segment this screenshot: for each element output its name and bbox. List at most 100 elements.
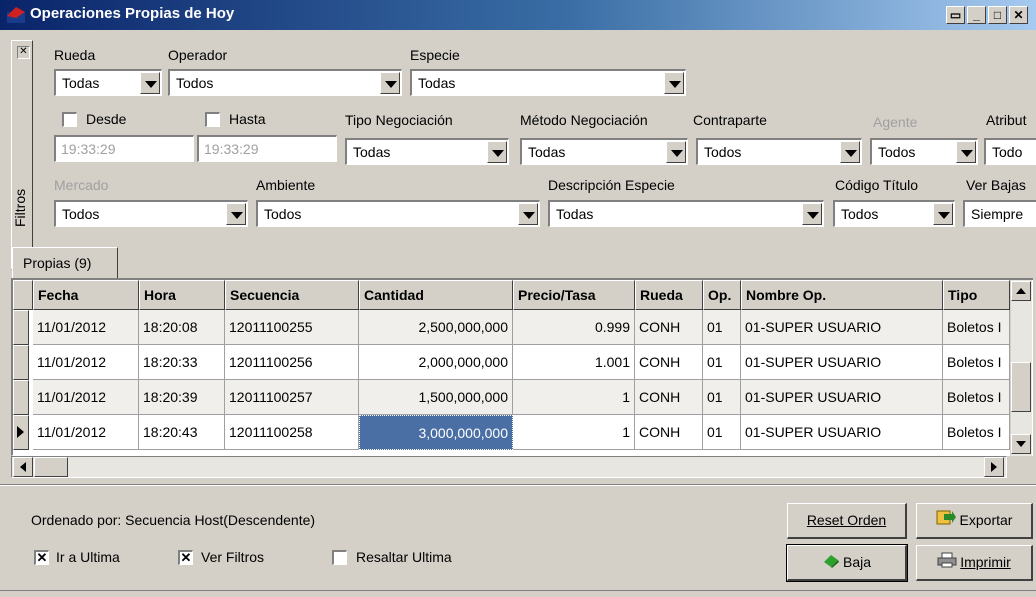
contraparte-select[interactable]: Todos	[696, 138, 862, 165]
exportar-button[interactable]: Exportar	[916, 503, 1033, 539]
chevron-down-icon[interactable]	[518, 203, 538, 225]
cell-nombre-op[interactable]: 01-SUPER USUARIO	[741, 415, 943, 450]
hasta-time-input[interactable]: 19:33:29	[197, 135, 337, 162]
atributo-select[interactable]: Todo	[984, 138, 1036, 165]
cell-precio-tasa[interactable]: 0.999	[513, 310, 635, 345]
chevron-down-icon[interactable]	[380, 72, 400, 94]
vertical-scrollbar[interactable]	[1010, 280, 1032, 456]
especie-select[interactable]: Todas	[410, 69, 686, 96]
column-header-rueda[interactable]: Rueda	[635, 280, 703, 310]
filter-close-icon[interactable]: ✕	[17, 46, 30, 59]
descripcion-especie-select[interactable]: Todas	[548, 200, 824, 227]
cell-secuencia[interactable]: 12011100255	[225, 310, 359, 345]
ir-a-ultima-checkbox[interactable]: ✕	[34, 550, 49, 565]
agente-select[interactable]: Todos	[870, 138, 978, 165]
maximize-icon[interactable]: □	[988, 6, 1007, 24]
cell-op[interactable]: 01	[703, 345, 741, 380]
metodo-negociacion-select[interactable]: Todas	[520, 138, 688, 165]
cell-secuencia[interactable]: 12011100258	[225, 415, 359, 450]
row-indicator[interactable]	[13, 380, 29, 415]
column-header-secuencia[interactable]: Secuencia	[225, 280, 359, 310]
chevron-down-icon[interactable]	[933, 203, 953, 225]
row-pointer-icon[interactable]	[13, 415, 29, 450]
cell-op[interactable]: 01	[703, 415, 741, 450]
cell-op[interactable]: 01	[703, 380, 741, 415]
cell-cantidad[interactable]: 3,000,000,000	[359, 415, 513, 450]
cell-rueda[interactable]: CONH	[635, 380, 703, 415]
cell-tipo[interactable]: Boletos I	[943, 345, 1010, 380]
cell-fecha[interactable]: 11/01/2012	[33, 310, 139, 345]
chevron-down-icon[interactable]	[664, 72, 684, 94]
ver-bajas-label: Ver Bajas	[966, 177, 1026, 193]
scroll-up-icon[interactable]	[1011, 281, 1031, 301]
imprimir-button[interactable]: Imprimir	[916, 545, 1033, 581]
mercado-select[interactable]: Todos	[54, 200, 248, 227]
cell-tipo[interactable]: Boletos I	[943, 415, 1010, 450]
restore-icon[interactable]: ▭	[946, 6, 965, 24]
row-indicator[interactable]	[13, 310, 29, 345]
cell-hora[interactable]: 18:20:08	[139, 310, 225, 345]
cell-fecha[interactable]: 11/01/2012	[33, 415, 139, 450]
cell-nombre-op[interactable]: 01-SUPER USUARIO	[741, 310, 943, 345]
cell-fecha[interactable]: 11/01/2012	[33, 380, 139, 415]
rueda-select[interactable]: Todas	[54, 69, 162, 96]
scroll-left-icon[interactable]	[13, 457, 33, 477]
row-indicator[interactable]	[13, 345, 29, 380]
horizontal-scrollbar[interactable]	[11, 456, 1007, 478]
cell-rueda[interactable]: CONH	[635, 415, 703, 450]
cell-cantidad[interactable]: 1,500,000,000	[359, 380, 513, 415]
ver-filtros-checkbox[interactable]: ✕	[178, 550, 193, 565]
cell-nombre-op[interactable]: 01-SUPER USUARIO	[741, 345, 943, 380]
cell-hora[interactable]: 18:20:39	[139, 380, 225, 415]
desde-checkbox[interactable]	[62, 112, 77, 127]
column-header-cantidad[interactable]: Cantidad	[359, 280, 513, 310]
agente-value: Todos	[878, 144, 916, 160]
chevron-down-icon[interactable]	[956, 141, 976, 163]
ambiente-select[interactable]: Todos	[256, 200, 540, 227]
cell-tipo[interactable]: Boletos I	[943, 380, 1010, 415]
cell-cantidad[interactable]: 2,000,000,000	[359, 345, 513, 380]
cell-hora[interactable]: 18:20:43	[139, 415, 225, 450]
close-icon[interactable]: ✕	[1009, 6, 1028, 24]
column-header-op[interactable]: Op.	[703, 280, 741, 310]
column-header-precio-tasa[interactable]: Precio/Tasa	[513, 280, 635, 310]
horizontal-scroll-thumb[interactable]	[34, 457, 68, 477]
operador-select[interactable]: Todos	[168, 69, 402, 96]
chevron-down-icon[interactable]	[802, 203, 822, 225]
cell-rueda[interactable]: CONH	[635, 345, 703, 380]
minimize-icon[interactable]: _	[967, 6, 986, 24]
chevron-down-icon[interactable]	[226, 203, 246, 225]
cell-tipo[interactable]: Boletos I	[943, 310, 1010, 345]
cell-hora[interactable]: 18:20:33	[139, 345, 225, 380]
cell-cantidad[interactable]: 2,500,000,000	[359, 310, 513, 345]
cell-fecha[interactable]: 11/01/2012	[33, 345, 139, 380]
column-header-fecha[interactable]: Fecha	[33, 280, 139, 310]
ver-bajas-select[interactable]: Siempre	[963, 200, 1036, 227]
cell-precio-tasa[interactable]: 1.001	[513, 345, 635, 380]
cell-op[interactable]: 01	[703, 310, 741, 345]
tab-propias[interactable]: Propias (9)	[12, 247, 118, 279]
scroll-right-icon[interactable]	[984, 457, 1004, 477]
cell-precio-tasa[interactable]: 1	[513, 415, 635, 450]
tipo-negociacion-select[interactable]: Todas	[345, 138, 509, 165]
chevron-down-icon[interactable]	[840, 141, 860, 163]
column-header-nombre-op[interactable]: Nombre Op.	[741, 280, 943, 310]
reset-orden-button[interactable]: Reset Orden	[787, 503, 907, 539]
cell-precio-tasa[interactable]: 1	[513, 380, 635, 415]
vertical-scroll-thumb[interactable]	[1011, 362, 1031, 412]
cell-rueda[interactable]: CONH	[635, 310, 703, 345]
cell-nombre-op[interactable]: 01-SUPER USUARIO	[741, 380, 943, 415]
cell-secuencia[interactable]: 12011100257	[225, 380, 359, 415]
column-header-tipo[interactable]: Tipo	[943, 280, 1010, 310]
column-header-hora[interactable]: Hora	[139, 280, 225, 310]
cell-secuencia[interactable]: 12011100256	[225, 345, 359, 380]
chevron-down-icon[interactable]	[487, 141, 507, 163]
chevron-down-icon[interactable]	[666, 141, 686, 163]
chevron-down-icon[interactable]	[140, 72, 160, 94]
desde-time-input[interactable]: 19:33:29	[54, 135, 194, 162]
codigo-titulo-select[interactable]: Todos	[833, 200, 955, 227]
baja-button[interactable]: Baja	[786, 544, 908, 582]
resaltar-ultima-checkbox[interactable]	[332, 550, 347, 565]
hasta-checkbox[interactable]	[205, 112, 220, 127]
scroll-down-icon[interactable]	[1011, 434, 1031, 454]
